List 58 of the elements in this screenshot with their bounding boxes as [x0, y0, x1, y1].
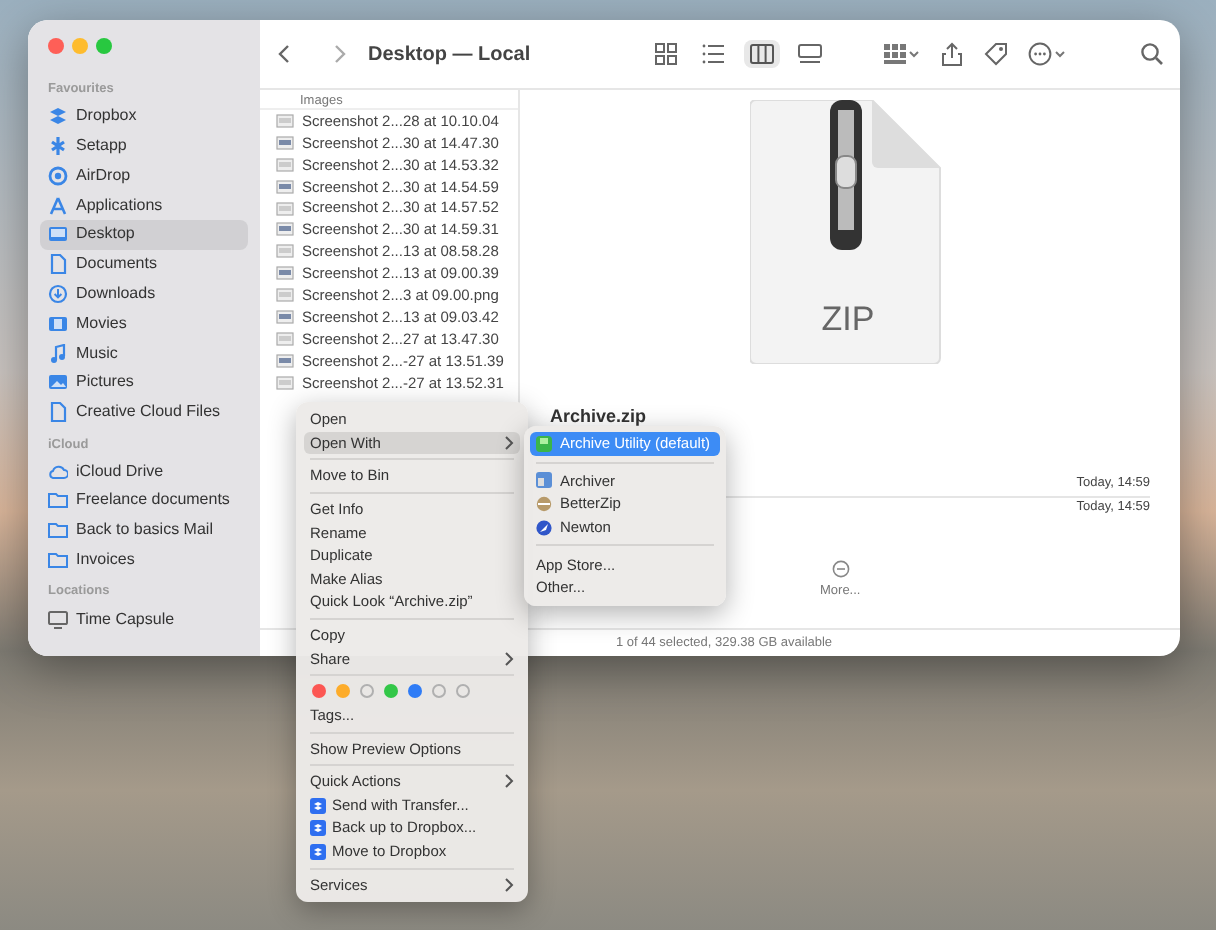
share-icon [940, 42, 964, 66]
document-icon [48, 402, 68, 423]
sidebar-item[interactable]: Time Capsule [40, 604, 248, 634]
picture-icon [48, 372, 68, 393]
apps-icon [48, 195, 68, 216]
grid-icon [654, 42, 678, 66]
desktop-icon [48, 224, 68, 245]
more-icon [1028, 42, 1068, 66]
forward-icon [332, 44, 348, 64]
more-icon [831, 560, 850, 578]
download-icon [48, 283, 68, 304]
tag-color-dot[interactable] [336, 684, 350, 699]
sidebar-item[interactable]: Downloads [40, 279, 248, 309]
setapp-icon [48, 135, 68, 156]
sidebar-item[interactable]: Invoices [40, 545, 248, 575]
list-icon [702, 42, 726, 66]
sidebar-item[interactable]: Dropbox [40, 101, 248, 132]
sidebar-item[interactable]: Setapp [40, 131, 248, 161]
tag-color-dot[interactable] [432, 684, 446, 699]
folder-icon [48, 550, 68, 571]
tag-color-dot[interactable] [456, 684, 470, 699]
search-icon [1140, 42, 1164, 66]
tag-color-dot[interactable] [384, 684, 398, 699]
cloud-icon [48, 461, 68, 482]
tag-color-dot[interactable] [360, 684, 374, 699]
sidebar-item[interactable]: Applications [40, 190, 248, 220]
sidebar-item[interactable]: Documents [40, 249, 248, 280]
tag-icon [984, 42, 1008, 66]
sidebar-item[interactable]: Movies [40, 308, 248, 339]
sidebar-item[interactable]: Desktop [40, 219, 248, 250]
sidebar-item[interactable]: Freelance documents [40, 486, 248, 516]
sidebar-item[interactable]: iCloud Drive [40, 456, 248, 487]
sidebar-item[interactable]: AirDrop [40, 160, 248, 191]
sidebar-item[interactable]: Creative Cloud Files [40, 397, 248, 428]
folder-icon [48, 520, 68, 541]
document-icon [48, 254, 68, 275]
back-icon [276, 44, 292, 64]
sidebar-item[interactable]: Music [40, 338, 248, 368]
sidebar-item[interactable]: Back to basics Mail [40, 515, 248, 546]
music-icon [48, 343, 68, 364]
airdrop-icon [48, 165, 68, 186]
zip-label: ZIP [819, 298, 877, 342]
view-mode-button[interactable] [792, 40, 828, 68]
window-title: Desktop — Local [368, 41, 531, 69]
sidebar-item[interactable]: Pictures [40, 367, 248, 398]
view-mode-button[interactable] [744, 40, 780, 68]
preview-filename: Archive.zip [550, 404, 647, 430]
display-icon [48, 609, 68, 630]
columns-icon [750, 42, 774, 66]
gallery-icon [798, 42, 822, 66]
compass-icon [536, 519, 552, 536]
film-icon [48, 313, 68, 334]
archiver-icon [536, 472, 552, 489]
tag-color-dot[interactable] [312, 684, 326, 699]
tag-color-dot[interactable] [408, 684, 422, 699]
group-icon [884, 42, 920, 66]
zip-file-icon [750, 100, 946, 364]
folder-icon [48, 490, 68, 511]
